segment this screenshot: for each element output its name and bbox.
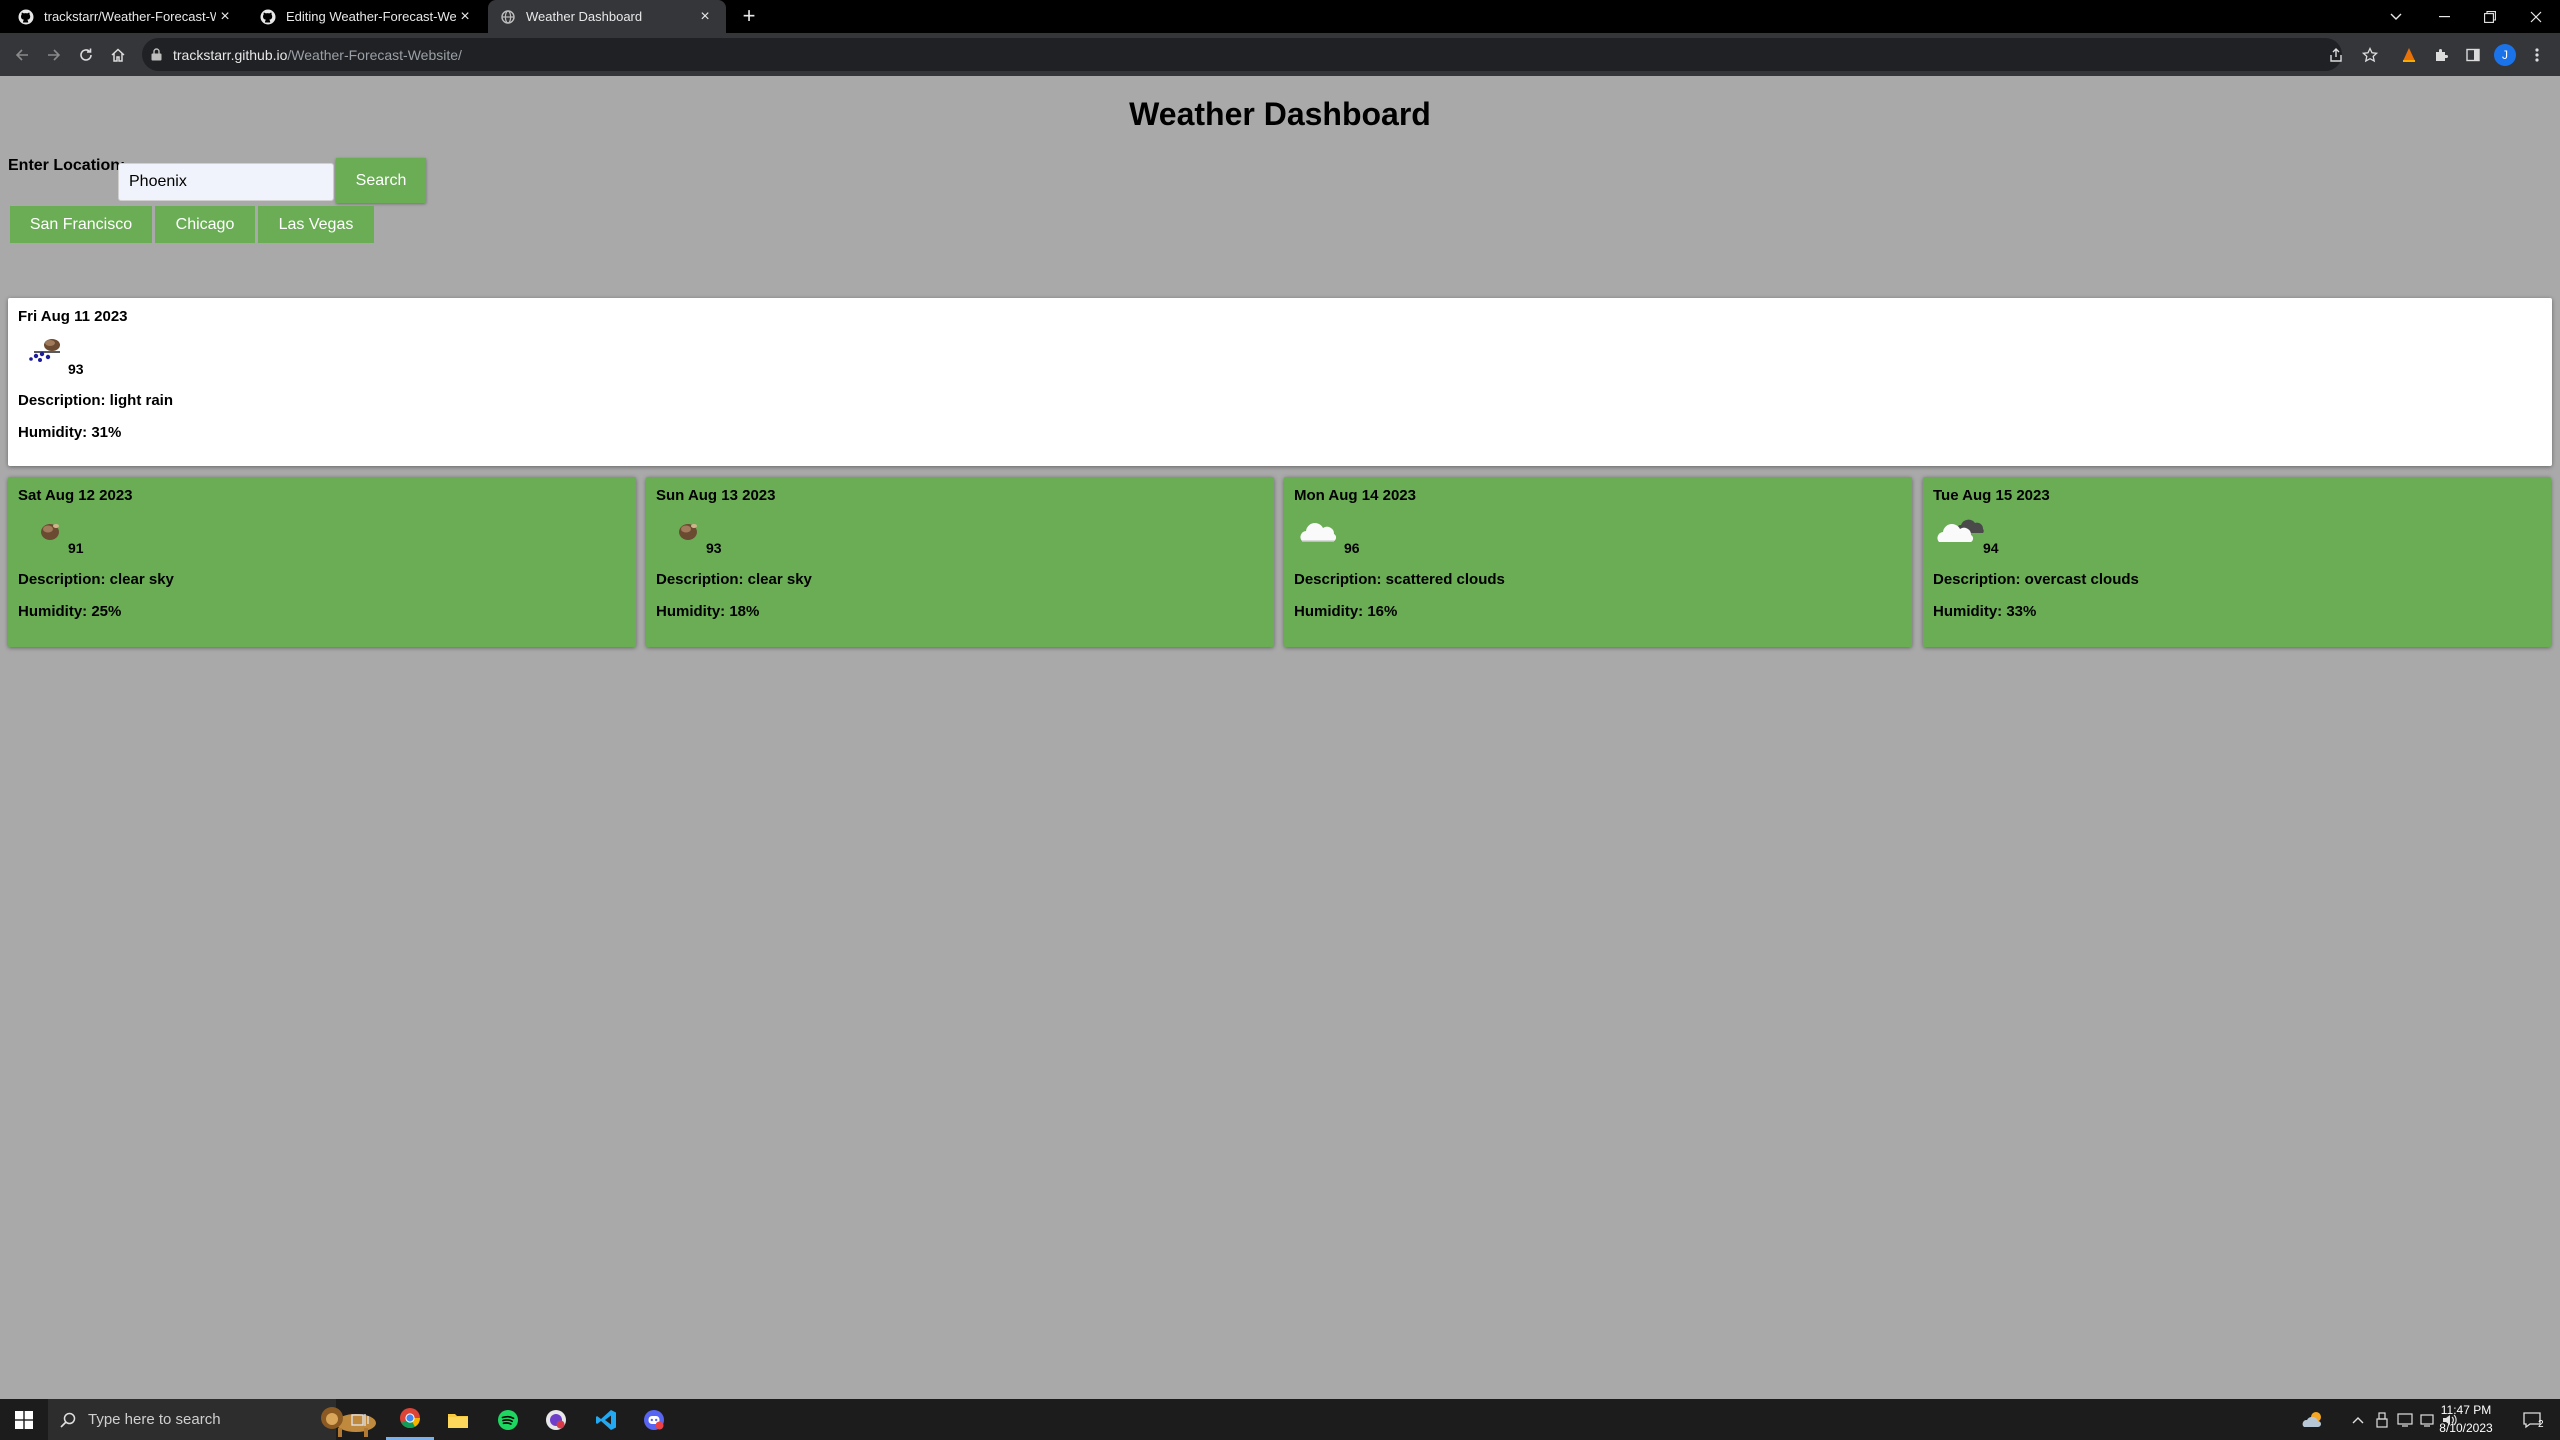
url-path: /Weather-Forecast-Website/ <box>287 46 462 63</box>
recent-city-button-san-francisco[interactable]: San Francisco <box>10 206 152 243</box>
forward-arrow-icon[interactable] <box>41 42 67 68</box>
notifications-icon[interactable]: 2 <box>2512 1399 2552 1440</box>
notification-count: 2 <box>2538 1419 2544 1430</box>
forecast-card: Sun Aug 13 2023 93 Description: clear sk… <box>646 477 1274 647</box>
windows-start-icon[interactable] <box>0 1399 48 1440</box>
share-icon[interactable] <box>2323 42 2349 68</box>
search-button[interactable]: Search <box>336 158 426 203</box>
forecast-card: Mon Aug 14 2023 96 Description: scattere… <box>1284 477 1912 647</box>
show-hidden-icons-chevron-icon[interactable] <box>2346 1399 2370 1440</box>
search-icon <box>48 1412 88 1428</box>
github-icon <box>260 9 276 25</box>
weather-date: Sat Aug 12 2023 <box>18 487 133 504</box>
browser-menu-icon[interactable] <box>2524 42 2550 68</box>
profile-initial: J <box>2494 44 2516 66</box>
address-bar[interactable]: trackstarr.github.io/Weather-Forecast-We… <box>142 38 2342 71</box>
browser-tab-title: Weather Dashboard <box>526 9 643 24</box>
discord-icon[interactable] <box>630 1399 678 1440</box>
meet-now-icon[interactable] <box>2394 1399 2416 1440</box>
clear-sky-icon <box>20 509 72 549</box>
task-view-icon[interactable] <box>336 1399 384 1440</box>
forecast-card: Sat Aug 12 2023 91 Description: clear sk… <box>8 477 636 647</box>
browser-tab-strip: trackstarr/Weather-Forecast-Website × Ed… <box>0 0 2560 33</box>
location-label: Enter Location: <box>8 157 126 174</box>
weather-humidity: Humidity: 31% <box>18 424 122 441</box>
browser-toolbar: trackstarr.github.io/Weather-Forecast-We… <box>0 33 2560 76</box>
weather-humidity: Humidity: 25% <box>18 603 122 620</box>
current-weather-card: Fri Aug 11 2023 93 Description: light ra… <box>8 298 2552 466</box>
page-content: Weather Dashboard Enter Location: Search… <box>0 76 2560 1399</box>
forecast-card: Tue Aug 15 2023 94 Description: overcast… <box>1923 477 2551 647</box>
overcast-clouds-icon <box>1935 509 1987 549</box>
reload-icon[interactable] <box>73 42 99 68</box>
close-tab-icon[interactable]: × <box>696 8 714 26</box>
weather-description: Description: scattered clouds <box>1294 571 1505 588</box>
clock-time: 11:47 PM <box>2440 1403 2492 1417</box>
recent-city-button-chicago[interactable]: Chicago <box>155 206 255 243</box>
weather-humidity: Humidity: 16% <box>1294 603 1398 620</box>
clock-date: 8/10/2023 <box>2439 1421 2493 1435</box>
windows-taskbar: Type here to search 11:47 PM 8/10/2023 2 <box>0 1399 2560 1440</box>
location-input[interactable] <box>118 163 334 201</box>
side-panel-icon[interactable] <box>2460 42 2486 68</box>
taskbar-search-box[interactable]: Type here to search <box>48 1399 376 1440</box>
weather-description: Description: light rain <box>18 392 174 409</box>
weather-description: Description: clear sky <box>18 571 174 588</box>
weather-date: Mon Aug 14 2023 <box>1294 487 1416 504</box>
bookmark-star-icon[interactable] <box>2357 42 2383 68</box>
weather-temperature: 91 <box>68 540 84 556</box>
weather-date: Tue Aug 15 2023 <box>1933 487 2050 504</box>
clear-sky-icon <box>658 509 710 549</box>
browser-tab-title: Editing Weather-Forecast-Website <box>286 9 456 24</box>
profile-avatar[interactable]: J <box>2492 42 2518 68</box>
taskbar-clock[interactable]: 11:47 PM 8/10/2023 <box>2428 1401 2504 1437</box>
spotify-icon[interactable] <box>484 1399 532 1440</box>
extensions-puzzle-icon[interactable] <box>2428 42 2454 68</box>
weather-temperature: 93 <box>68 361 84 377</box>
tab-search-chevron-icon[interactable] <box>2374 0 2418 33</box>
restore-icon[interactable] <box>2468 0 2512 33</box>
weather-temperature: 94 <box>1983 540 1999 556</box>
github-icon <box>18 9 34 25</box>
browser-tab-editing[interactable]: Editing Weather-Forecast-Website × <box>248 0 486 33</box>
weather-temperature: 96 <box>1344 540 1360 556</box>
minimize-icon[interactable] <box>2422 0 2466 33</box>
url-host: trackstarr.github.io <box>173 46 288 63</box>
back-arrow-icon[interactable] <box>9 42 35 68</box>
weather-temperature: 93 <box>706 540 722 556</box>
weather-description: Description: overcast clouds <box>1933 571 2139 588</box>
new-tab-button[interactable]: + <box>736 3 762 29</box>
browser-tab-github-repo[interactable]: trackstarr/Weather-Forecast-Website × <box>6 0 246 33</box>
weather-description: Description: clear sky <box>656 571 812 588</box>
url-text: trackstarr.github.io/Weather-Forecast-We… <box>173 47 462 63</box>
browser-tab-title: trackstarr/Weather-Forecast-Website <box>44 9 216 24</box>
weather-widget-icon[interactable] <box>2296 1399 2330 1440</box>
weather-date: Fri Aug 11 2023 <box>18 308 128 325</box>
github-desktop-icon[interactable] <box>532 1399 580 1440</box>
weather-date: Sun Aug 13 2023 <box>656 487 776 504</box>
weather-humidity: Humidity: 33% <box>1933 603 2037 620</box>
globe-icon <box>500 9 516 25</box>
close-window-icon[interactable] <box>2514 0 2558 33</box>
page-title: Weather Dashboard <box>1129 96 1431 132</box>
extension-cone-icon[interactable] <box>2396 42 2422 68</box>
weather-humidity: Humidity: 18% <box>656 603 760 620</box>
close-tab-icon[interactable]: × <box>456 8 474 26</box>
file-explorer-icon[interactable] <box>434 1399 482 1440</box>
usb-icon[interactable] <box>2372 1399 2392 1440</box>
scattered-clouds-icon <box>1296 509 1348 549</box>
home-icon[interactable] <box>105 42 131 68</box>
recent-city-button-las-vegas[interactable]: Las Vegas <box>258 206 374 243</box>
light-rain-icon <box>20 330 72 370</box>
vscode-icon[interactable] <box>582 1399 630 1440</box>
lock-icon[interactable] <box>151 48 169 61</box>
taskbar-search-placeholder: Type here to search <box>88 1411 221 1428</box>
close-tab-icon[interactable]: × <box>216 8 234 26</box>
chrome-app-icon[interactable] <box>386 1399 434 1440</box>
browser-tab-weather-dashboard[interactable]: Weather Dashboard × <box>488 0 726 33</box>
